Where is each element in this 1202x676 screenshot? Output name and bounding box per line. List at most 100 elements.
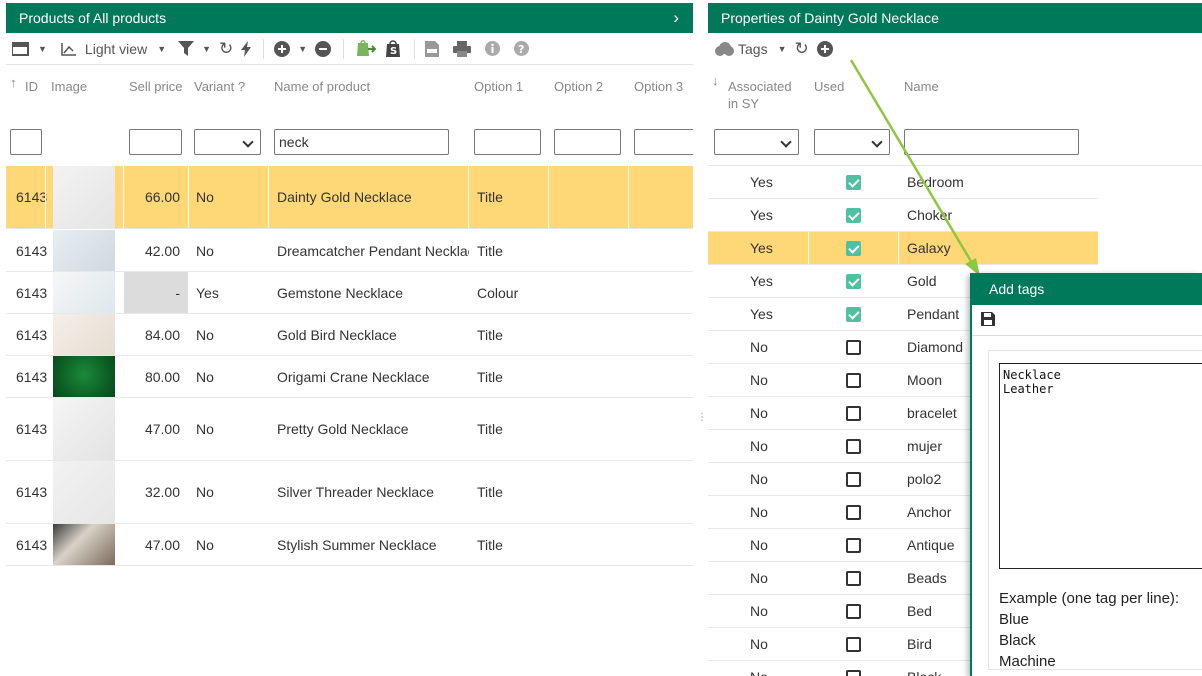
option3-filter-input[interactable]	[634, 129, 693, 155]
used-checkbox[interactable]	[846, 340, 861, 355]
tag-row[interactable]: Yes Bedroom	[708, 166, 1098, 199]
cell-tag-name: Black	[907, 661, 941, 676]
cell-associated: No	[750, 636, 768, 652]
lightning-icon[interactable]	[241, 40, 252, 57]
sort-up-icon[interactable]: ↑	[10, 75, 17, 90]
chevron-right-icon[interactable]: ›	[673, 3, 679, 33]
table-row[interactable]: 6143 - Yes Gemstone Necklace Colour	[6, 272, 693, 314]
used-checkbox[interactable]	[846, 373, 861, 388]
used-checkbox[interactable]	[846, 538, 861, 553]
cell-option-1: Title	[477, 536, 503, 553]
table-row[interactable]: 6143 84.00 No Gold Bird Necklace Title	[6, 314, 693, 356]
chart-icon[interactable]	[61, 42, 77, 56]
add-tags-dialog: Add tags Necklace Leather Example (one t…	[970, 273, 1202, 676]
used-checkbox[interactable]	[846, 604, 861, 619]
used-checkbox[interactable]	[846, 274, 861, 289]
column-header-sell-price[interactable]: Sell price	[129, 79, 182, 94]
table-row[interactable]: 6143 80.00 No Origami Crane Necklace Tit…	[6, 356, 693, 398]
cell-tag-name: polo2	[907, 471, 942, 487]
option2-filter-input[interactable]	[554, 129, 621, 155]
caret-down-icon[interactable]: ▼	[298, 44, 307, 54]
cell-associated: No	[750, 372, 768, 388]
used-checkbox[interactable]	[846, 175, 861, 190]
cell-product-name: Pretty Gold Necklace	[277, 421, 409, 437]
used-checkbox[interactable]	[846, 571, 861, 586]
tag-row[interactable]: Yes Choker	[708, 199, 1098, 232]
table-row[interactable]: 6143 32.00 No Silver Threader Necklace T…	[6, 461, 693, 524]
used-filter-select[interactable]	[814, 129, 890, 155]
associated-filter-select[interactable]	[714, 129, 799, 155]
column-header-id[interactable]: ID	[25, 79, 38, 94]
print-icon[interactable]	[453, 40, 472, 57]
cell-variant: No	[196, 326, 214, 343]
save-icon[interactable]	[981, 312, 995, 329]
table-row[interactable]: 6143 47.00 No Stylish Summer Necklace Ti…	[6, 524, 693, 566]
caret-down-icon[interactable]: ▼	[157, 44, 166, 54]
cell-variant: No	[196, 242, 214, 259]
dialog-divider	[972, 335, 1202, 336]
used-checkbox[interactable]	[846, 241, 861, 256]
cell-associated: No	[750, 504, 768, 520]
splitter-handle[interactable]: ⋮	[697, 413, 707, 423]
properties-pane-title: Properties of Dainty Gold Necklace	[721, 10, 939, 26]
cell-associated: No	[750, 339, 768, 355]
view-menu-icon[interactable]	[12, 41, 30, 56]
remove-circle-icon[interactable]	[315, 40, 332, 57]
used-checkbox[interactable]	[846, 472, 861, 487]
example-item: Black	[999, 632, 1036, 649]
variant-filter-select[interactable]	[194, 129, 261, 155]
tag-name-filter-input[interactable]	[904, 129, 1079, 155]
column-header-variant[interactable]: Variant ?	[194, 79, 245, 94]
name-filter-input[interactable]	[274, 129, 449, 155]
add-circle-icon[interactable]	[274, 40, 291, 57]
tags-textarea[interactable]: Necklace Leather	[999, 363, 1202, 569]
refresh-icon[interactable]: ↻	[219, 39, 233, 59]
sort-down-icon[interactable]: ↓	[712, 73, 719, 88]
cell-associated: No	[750, 471, 768, 487]
refresh-icon[interactable]: ↻	[795, 39, 809, 59]
dialog-body: Necklace Leather Example (one tag per li…	[988, 350, 1202, 670]
caret-down-icon[interactable]: ▼	[202, 44, 211, 54]
id-filter-input[interactable]	[10, 129, 42, 155]
column-header-used[interactable]: Used	[814, 79, 844, 94]
used-checkbox[interactable]	[846, 307, 861, 322]
cell-associated: Yes	[750, 306, 773, 322]
table-row[interactable]: 6143 42.00 No Dreamcatcher Pendant Neckl…	[6, 230, 693, 272]
used-checkbox[interactable]	[846, 208, 861, 223]
column-header-associated[interactable]: Associated	[728, 79, 792, 94]
cloud-icon[interactable]	[714, 42, 734, 56]
caret-down-icon[interactable]: ▼	[778, 44, 787, 54]
column-header-option-2[interactable]: Option 2	[554, 79, 603, 94]
help-icon[interactable]: ?	[514, 41, 530, 56]
used-checkbox[interactable]	[846, 670, 861, 676]
column-header-name[interactable]: Name of product	[274, 79, 370, 94]
option1-filter-input[interactable]	[474, 129, 541, 155]
table-row[interactable]: 6143 47.00 No Pretty Gold Necklace Title	[6, 398, 693, 461]
used-checkbox[interactable]	[846, 505, 861, 520]
tag-row[interactable]: Yes Galaxy	[708, 232, 1098, 265]
used-checkbox[interactable]	[846, 637, 861, 652]
cell-tag-name: mujer	[907, 438, 943, 454]
used-checkbox[interactable]	[846, 439, 861, 454]
cell-product-name: Dreamcatcher Pendant Necklace	[277, 242, 469, 259]
add-tag-icon[interactable]	[816, 41, 833, 57]
csv-icon[interactable]	[425, 40, 440, 57]
table-row[interactable]: 6143 66.00 No Dainty Gold Necklace Title	[6, 166, 693, 229]
cell-product-name: Gold Bird Necklace	[277, 326, 397, 343]
tags-dropdown-button[interactable]: Tags	[738, 41, 768, 57]
price-filter-input[interactable]	[129, 129, 182, 155]
shopify-sync-icon[interactable]	[354, 39, 377, 58]
used-checkbox[interactable]	[846, 406, 861, 421]
caret-down-icon[interactable]: ▼	[38, 44, 47, 54]
column-header-option-1[interactable]: Option 1	[474, 79, 523, 94]
column-header-tag-name[interactable]: Name	[904, 79, 939, 94]
info-icon[interactable]	[485, 41, 501, 56]
shopify-icon[interactable]: S	[384, 39, 402, 58]
column-header-associated-line2[interactable]: in SY	[728, 96, 759, 111]
column-header-option-3[interactable]: Option 3	[634, 79, 683, 94]
svg-text:S: S	[390, 46, 397, 57]
filter-icon[interactable]	[178, 41, 195, 56]
light-view-button[interactable]: Light view	[85, 41, 147, 57]
cell-sell-price: -	[124, 272, 188, 313]
column-header-image[interactable]: Image	[51, 79, 87, 94]
